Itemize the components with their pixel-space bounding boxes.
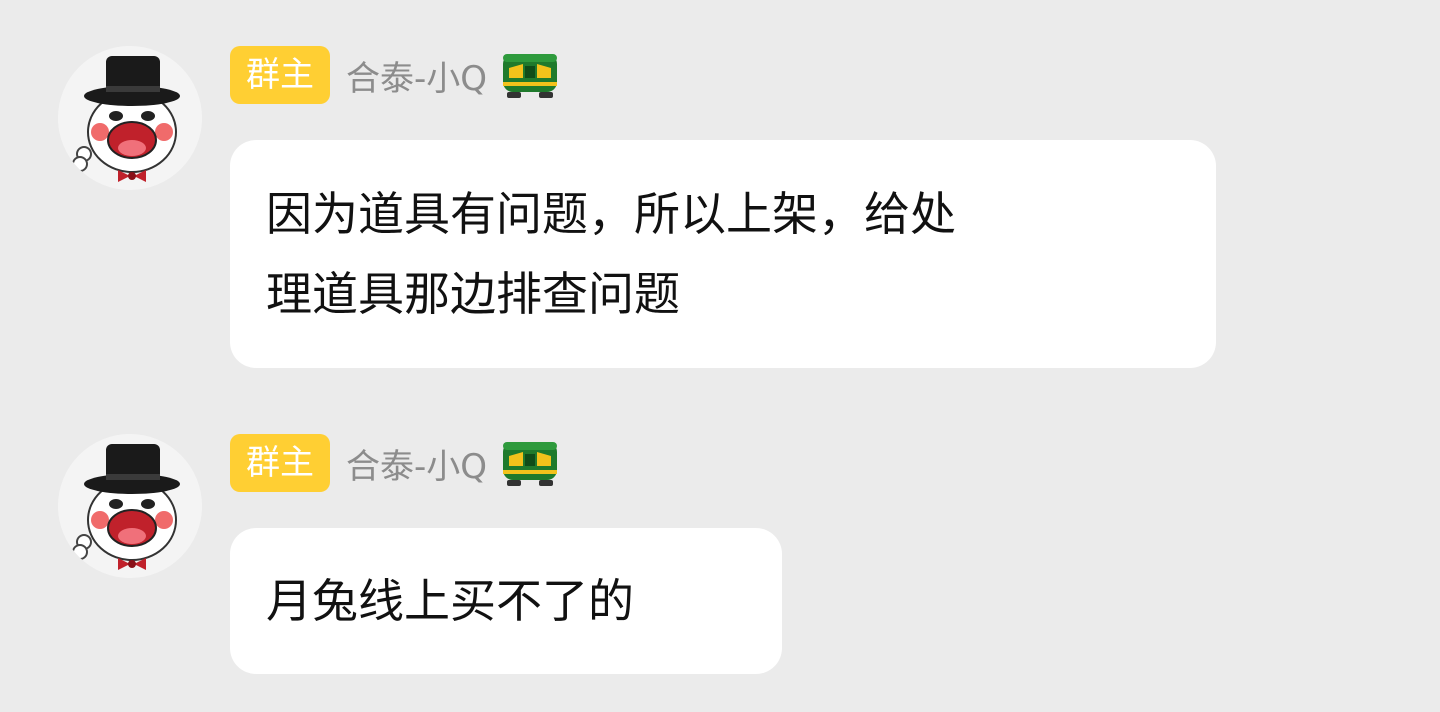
chat-message: 群主 合泰-小Q 月兔线上买不了的	[0, 388, 1440, 688]
sender-header: 群主 合泰-小Q	[230, 434, 559, 492]
message-text-line: 因为道具有问题，所以上架，给处	[266, 187, 956, 241]
message-bubble[interactable]: 因为道具有问题，所以上架，给处 理道具那边排查问题	[230, 140, 1216, 368]
role-badge-group-owner: 群主	[230, 434, 330, 492]
message-bubble[interactable]: 月兔线上买不了的	[230, 528, 782, 674]
message-text-line: 理道具那边排查问题	[266, 267, 680, 321]
top-hat-mascot-avatar-icon	[58, 434, 202, 578]
chat-message: 群主 合泰-小Q 因为道具有问题，所以上架，给处 理道具那边排查问题	[0, 0, 1440, 380]
train-icon	[503, 442, 558, 486]
sender-avatar[interactable]	[58, 434, 202, 578]
sender-header: 群主 合泰-小Q	[230, 46, 559, 104]
role-badge-group-owner: 群主	[230, 46, 330, 104]
top-hat-mascot-avatar-icon	[58, 46, 202, 190]
message-text-line: 月兔线上买不了的	[266, 574, 634, 628]
train-icon	[503, 54, 558, 98]
sender-avatar[interactable]	[58, 46, 202, 190]
sender-name[interactable]: 合泰-小Q	[346, 439, 487, 488]
sender-name[interactable]: 合泰-小Q	[346, 51, 487, 100]
